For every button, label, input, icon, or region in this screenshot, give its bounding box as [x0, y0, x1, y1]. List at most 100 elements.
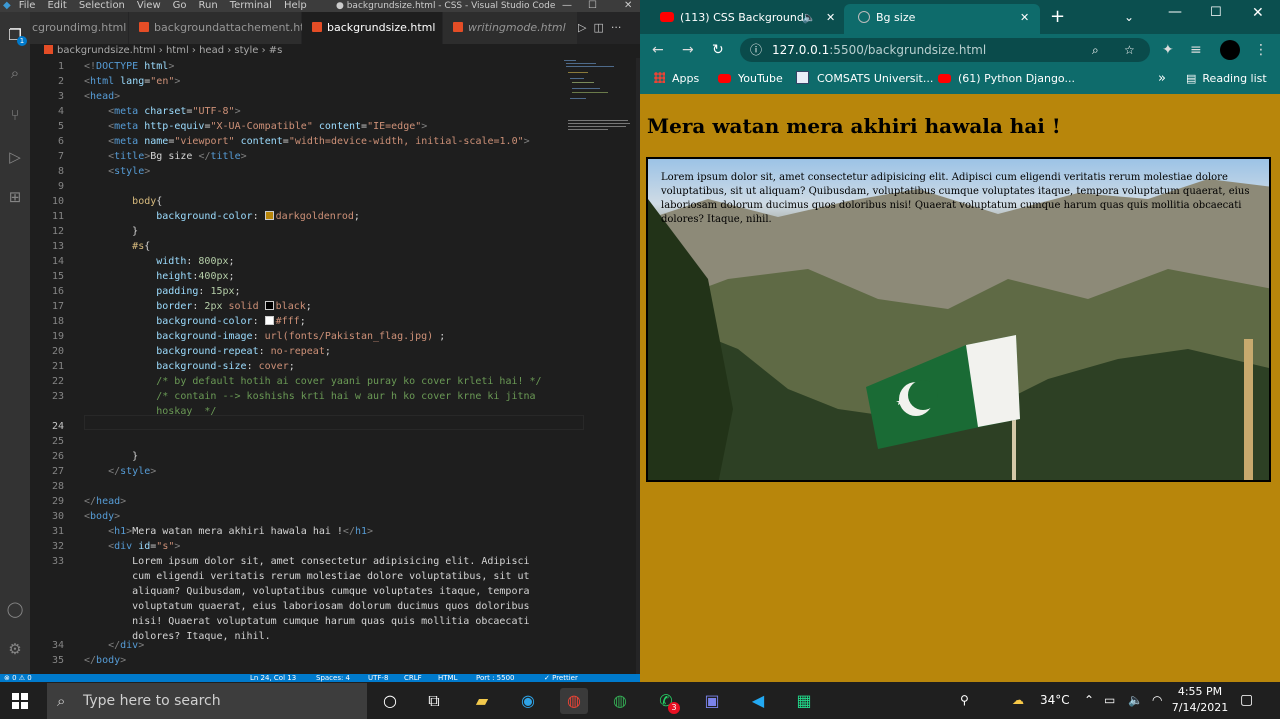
encoding-status[interactable]: UTF-8 — [368, 674, 388, 682]
bookmark-python-django[interactable]: (61) Python Django... — [938, 66, 1075, 92]
webpage-content: Mera watan mera akhiri hawala hai ! Lore… — [640, 96, 1280, 682]
bookmark-apps[interactable]: Apps — [654, 66, 699, 92]
bookmark-star-icon[interactable]: ☆ — [1124, 38, 1135, 62]
tab-search-icon[interactable]: ⌄ — [1124, 1, 1134, 33]
minimize-icon[interactable]: — — [1168, 0, 1182, 28]
run-debug-icon[interactable]: ▷ — [4, 146, 26, 168]
menu-edit[interactable]: Edit — [47, 0, 66, 11]
code-editor[interactable]: 1 <!DOCTYPE html> 2 <html lang="en"> 3 <hea… — [30, 58, 584, 674]
teams-icon[interactable]: ▣ — [698, 688, 726, 714]
bookmark-youtube[interactable]: YouTube — [718, 66, 783, 92]
menu-file[interactable]: File — [19, 0, 36, 11]
prettier-status[interactable]: ✓ Prettier — [544, 674, 578, 682]
tab-close-icon[interactable]: ✕ — [1020, 4, 1029, 32]
tab-label: backgrundsize.html — [327, 21, 436, 34]
chrome-icon[interactable]: ◍ — [560, 688, 588, 714]
back-icon[interactable]: ← — [652, 34, 664, 66]
explorer-icon[interactable]: ❐ 1 — [4, 24, 27, 46]
breadcrumb-selector[interactable]: #s — [269, 45, 283, 56]
more-bookmarks-icon[interactable]: » — [1158, 66, 1166, 92]
tab-close-icon[interactable]: ✕ — [826, 4, 835, 32]
extensions-icon[interactable]: ⊞ — [4, 186, 26, 208]
system-clock[interactable]: 4:55 PM 7/14/2021 — [1170, 684, 1230, 716]
browser-tab-bg-size[interactable]: Bg size ✕ — [844, 4, 1040, 34]
indent-status[interactable]: Spaces: 4 — [316, 674, 350, 682]
whatsapp-icon[interactable]: ✆ 3 — [652, 688, 680, 714]
breadcrumb-head[interactable]: head — [199, 45, 224, 56]
live-server-status[interactable]: Port : 5500 — [476, 674, 515, 682]
people-icon[interactable]: ⚲ — [960, 682, 969, 719]
minimap[interactable] — [560, 58, 638, 138]
bookmark-label: Apps — [672, 72, 700, 85]
task-view-icon[interactable]: ⧉ — [420, 688, 448, 714]
browser-tab-youtube[interactable]: (113) CSS Background 🔈 ✕ — [646, 4, 842, 34]
vscode-menubar: ◆ File Edit Selection View Go Run Terminal Help … — [0, 0, 640, 12]
line-number: 11 — [51, 211, 64, 222]
battery-icon[interactable]: ▭ — [1104, 682, 1115, 719]
vscode-taskbar-icon[interactable]: ◀ — [744, 688, 772, 714]
comsats-logo-icon — [796, 71, 809, 84]
menu-view[interactable]: View — [137, 0, 161, 11]
minimize-icon[interactable]: — — [562, 0, 572, 12]
split-editor-icon[interactable]: ◫ — [593, 21, 603, 34]
html-file-icon — [139, 22, 149, 32]
line-number: 20 — [51, 346, 64, 357]
wifi-icon[interactable]: ◠ — [1152, 682, 1162, 719]
windows-start-icon[interactable] — [12, 693, 28, 709]
search-icon[interactable]: ⌕ — [4, 62, 26, 84]
tab-writingmode[interactable]: writingmode.html — [443, 12, 578, 44]
edge-icon[interactable]: ◉ — [514, 688, 542, 714]
media-control-icon[interactable]: ≡ — [1190, 34, 1202, 66]
maximize-icon[interactable]: ☐ — [588, 0, 597, 12]
breadcrumb-html[interactable]: html — [166, 45, 189, 56]
close-icon[interactable]: ✕ — [624, 0, 632, 12]
pycharm-icon[interactable]: ▦ — [790, 688, 818, 714]
audio-playing-icon[interactable]: 🔈 — [802, 4, 816, 32]
code-line: #s{ — [132, 241, 151, 252]
more-actions-icon[interactable]: ··· — [611, 21, 622, 34]
bookmark-comsats[interactable]: COMSATS Universit... — [796, 66, 933, 92]
reload-icon[interactable]: ↻ — [712, 34, 724, 66]
tab-cgroundimg[interactable]: cgroundimg.html — [30, 12, 129, 44]
show-hidden-icons-icon[interactable]: ⌃ — [1084, 682, 1094, 719]
line-number: 29 — [51, 496, 64, 507]
forward-icon[interactable]: → — [682, 34, 694, 66]
code-line: height:400px; — [156, 271, 235, 282]
settings-gear-icon[interactable]: ⚙ — [4, 638, 26, 660]
tab-backgroundattachement[interactable]: backgroundattachement.html — [129, 12, 318, 44]
chrome-menu-icon[interactable]: ⋮ — [1254, 34, 1268, 66]
eol-status[interactable]: CRLF — [404, 674, 422, 682]
new-tab-icon[interactable]: + — [1050, 1, 1065, 33]
file-explorer-icon[interactable]: ▰ — [468, 688, 496, 714]
temperature[interactable]: 34°C — [1040, 682, 1070, 719]
zoom-icon[interactable]: ⌕ — [1092, 38, 1099, 62]
source-control-icon[interactable]: ⑂ — [4, 104, 26, 126]
problems-status[interactable]: ⊗ 0 ⚠ 0 — [4, 674, 32, 682]
menu-run[interactable]: Run — [199, 0, 218, 11]
menu-go[interactable]: Go — [173, 0, 187, 11]
site-info-icon[interactable]: ⓘ — [750, 38, 762, 62]
notifications-icon[interactable]: ▢ — [1240, 682, 1253, 719]
cursor-position[interactable]: Ln 24, Col 13 — [250, 674, 296, 682]
volume-icon[interactable]: 🔈 — [1128, 682, 1143, 719]
extensions-icon[interactable]: ✦ — [1162, 34, 1174, 66]
language-status[interactable]: HTML — [438, 674, 457, 682]
taskbar-search-box[interactable]: ⌕ Type here to search — [47, 683, 367, 719]
account-icon[interactable]: ◯ — [4, 598, 26, 620]
reading-list-button[interactable]: ▤ Reading list — [1186, 66, 1267, 92]
profile-avatar[interactable] — [1220, 40, 1240, 60]
run-file-icon[interactable]: ▷ — [578, 21, 586, 34]
menu-terminal[interactable]: Terminal — [230, 0, 272, 11]
address-bar[interactable]: ⓘ 127.0.0.1:5500/backgrundsize.html ⌕ ☆ — [740, 38, 1150, 62]
menu-selection[interactable]: Selection — [79, 0, 125, 11]
chrome-profile-icon[interactable]: ◍ — [606, 688, 634, 714]
breadcrumb-style[interactable]: style — [234, 45, 258, 56]
cortana-icon[interactable]: ○ — [376, 688, 404, 714]
weather-icon[interactable]: ☁ — [1012, 682, 1024, 719]
status-bar: ⊗ 0 ⚠ 0 Ln 24, Col 13 Spaces: 4 UTF-8 CR… — [0, 674, 640, 682]
breadcrumb-file[interactable]: backgrundsize.html — [57, 45, 156, 56]
tab-backgrundsize[interactable]: backgrundsize.html● — [302, 12, 455, 44]
maximize-icon[interactable]: ☐ — [1210, 0, 1222, 29]
close-icon[interactable]: ✕ — [1252, 0, 1264, 29]
menu-help[interactable]: Help — [284, 0, 307, 11]
